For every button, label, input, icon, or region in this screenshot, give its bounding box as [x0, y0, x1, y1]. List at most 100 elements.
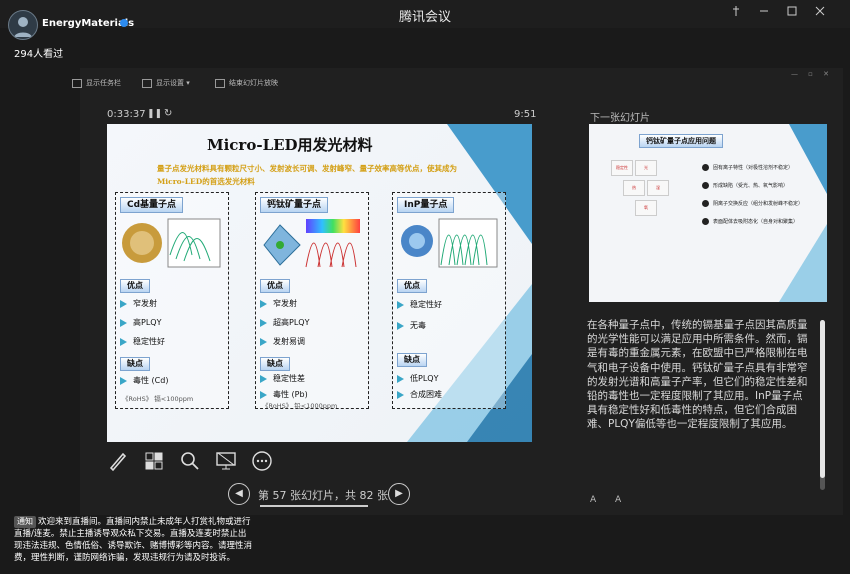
arrow-icon [260, 299, 267, 308]
arrow-icon [397, 321, 404, 330]
grid-icon [145, 452, 163, 470]
pros-label: 优点 [120, 279, 150, 293]
show-taskbar-button[interactable]: 显示任务栏 [72, 78, 121, 88]
next-slide-item: 表面配体去吸附态化（自身对和聚集） [702, 218, 798, 225]
current-slide[interactable]: Micro-LED用发光材料 量子点发光材料具有颗粒尺寸小、发射波长可调、发射峰… [107, 124, 532, 442]
next-slide-preview[interactable]: 钙钛矿量子点应用问题 稳定性 光 热 湿 氧 固有离子特性（对极性溶剂不稳定） … [589, 124, 827, 302]
con-item: 毒性 (Pb) [260, 389, 308, 400]
pros-label: 优点 [397, 279, 427, 293]
speaker-notes: 在各种量子点中，传统的镉基量子点因其高质量的光学性能可以满足应用中所需条件。然而… [587, 319, 808, 431]
pro-item: 稳定性好 [397, 299, 442, 310]
notice-tag: 通知 [14, 516, 36, 528]
box-footnote: 《RoHS》 镉<100ppm [122, 395, 194, 403]
bullet-icon [702, 164, 709, 171]
font-size-buttons[interactable]: A A [590, 495, 629, 505]
next-slide-item: 固有离子特性（对极性溶剂不稳定） [702, 164, 793, 171]
pro-item: 稳定性好 [120, 336, 165, 347]
con-item: 毒性 (Cd) [120, 375, 168, 386]
black-screen-button[interactable] [215, 450, 237, 472]
close-button[interactable] [810, 4, 830, 24]
slide-subtitle: 量子点发光材料具有颗粒尺寸小、发射波长可调、发射峰窄、量子效率高等优点，使其成为… [157, 164, 457, 186]
close-icon [815, 6, 825, 16]
box-heading: Cd基量子点 [120, 197, 184, 213]
viewer-count: 294人看过 [14, 49, 64, 60]
cons-label: 缺点 [397, 353, 427, 367]
pause-button[interactable]: ❚❚ [147, 109, 162, 119]
pen-button[interactable] [107, 450, 129, 472]
notes-scrollbar[interactable] [820, 320, 825, 490]
reset-timer-button[interactable]: ↻ [164, 108, 172, 119]
chevron-left-icon: ◀ [235, 488, 243, 499]
hex-label: 光 [635, 160, 657, 176]
cd-qd-box: Cd基量子点 优点 窄发射 高PLQY 稳定性好 缺点 毒性 (Cd) 《RoH… [115, 192, 229, 409]
clock: 9:51 [514, 109, 537, 120]
arrow-icon [120, 337, 127, 346]
presenter-toolbar: 显示任务栏 显示设置 ▾ 结束幻灯片放映 — ▫ ✕ [72, 68, 843, 98]
end-slideshow-button[interactable]: 结束幻灯片放映 [215, 78, 278, 88]
more-options-button[interactable] [251, 450, 273, 472]
pro-item: 无毒 [397, 320, 426, 331]
hex-label: 氧 [635, 200, 657, 216]
notice-message: 欢迎来到直播间。直播间内禁止未成年人打赏礼物或进行直播/连麦。禁止主播诱导观众私… [14, 517, 253, 563]
cons-label: 缺点 [260, 357, 290, 371]
avatar[interactable] [8, 10, 38, 40]
cons-label: 缺点 [120, 357, 150, 371]
arrow-icon [120, 376, 127, 385]
minimize-icon [760, 10, 768, 12]
pin-button[interactable] [726, 4, 746, 24]
screen-off-icon [216, 452, 236, 470]
hex-label: 湿 [647, 180, 669, 196]
display-settings-button[interactable]: 显示设置 ▾ [142, 78, 190, 88]
slide-counter-underline [260, 505, 368, 507]
bullet-icon [702, 182, 709, 189]
minimize-button[interactable] [754, 4, 774, 24]
box-heading: 钙钛矿量子点 [260, 197, 329, 213]
pro-item: 超高PLQY [260, 317, 309, 328]
next-slide-decoration [779, 124, 827, 302]
slide-counter: 第 57 张幻灯片，共 82 张 [258, 489, 388, 502]
scrollbar-thumb[interactable] [820, 320, 825, 478]
pin-icon [733, 6, 739, 16]
pen-icon [109, 452, 127, 472]
bullet-icon [702, 218, 709, 225]
arrow-icon [120, 318, 127, 327]
presenter-tools [107, 450, 273, 472]
next-slide-item: 形成缺陷（受光、热、氧气影响） [702, 182, 788, 189]
search-icon [181, 452, 199, 470]
end-icon [215, 78, 225, 88]
display-icon [142, 78, 152, 88]
box-heading: InP量子点 [397, 197, 455, 213]
arrow-icon [397, 374, 404, 383]
con-item: 低PLQY [397, 373, 438, 384]
live-notice: 通知 欢迎来到直播间。直播间内禁止未成年人打赏礼物或进行直播/连麦。禁止主播诱导观… [14, 516, 254, 564]
verified-icon [120, 19, 128, 27]
arrow-icon [260, 390, 267, 399]
next-slide-title: 钙钛矿量子点应用问题 [639, 134, 723, 148]
next-slide-label: 下一张幻灯片 [590, 113, 650, 124]
hex-label: 热 [623, 180, 645, 196]
arrow-icon [120, 299, 127, 308]
zoom-button[interactable] [179, 450, 201, 472]
arrow-icon [260, 318, 267, 327]
chevron-right-icon: ▶ [395, 488, 403, 499]
box-footnote: 《RoHS》 铅<1000ppm [262, 402, 338, 410]
presenter-view: 显示任务栏 显示设置 ▾ 结束幻灯片放映 — ▫ ✕ 0:33:37 ❚❚ ↻ … [72, 68, 843, 515]
maximize-button[interactable] [782, 4, 802, 24]
slide-navigation: ◀ 第 57 张幻灯片，共 82 张 ▶ [228, 483, 518, 507]
taskbar-icon [72, 78, 82, 88]
arrow-icon [397, 300, 404, 309]
cd-qd-figure [122, 218, 221, 268]
all-slides-button[interactable] [143, 450, 165, 472]
presenter-window-controls[interactable]: — ▫ ✕ [791, 70, 833, 78]
arrow-icon [260, 374, 267, 383]
elapsed-timer: 0:33:37 [107, 109, 146, 120]
con-item: 稳定性差 [260, 373, 305, 384]
pro-item: 窄发射 [260, 298, 297, 309]
maximize-icon [787, 6, 797, 16]
previous-slide-button[interactable]: ◀ [228, 483, 250, 505]
arrow-icon [397, 390, 404, 399]
pros-label: 优点 [260, 279, 290, 293]
inp-qd-box: InP量子点 优点 稳定性好 无毒 缺点 低PLQY 合成困难 [392, 192, 506, 409]
next-slide-button[interactable]: ▶ [388, 483, 410, 505]
arrow-icon [260, 337, 267, 346]
